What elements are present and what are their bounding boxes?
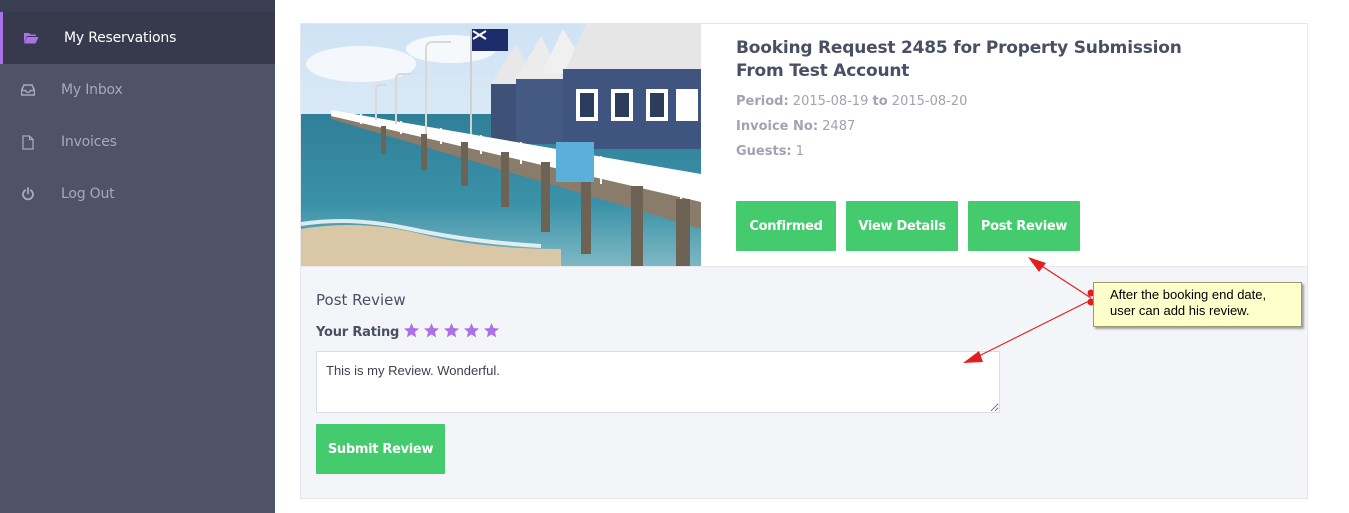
document-icon xyxy=(20,134,36,150)
star-icon[interactable] xyxy=(403,322,420,339)
callout-line-2: user can add his review. xyxy=(1110,303,1250,318)
inbox-icon xyxy=(20,82,36,98)
period-start: 2015-08-19 xyxy=(792,94,869,109)
view-details-button[interactable]: View Details xyxy=(846,201,958,251)
sidebar-item-label: My Reservations xyxy=(64,30,177,46)
rating-label: Your Rating xyxy=(316,325,400,340)
confirmed-button[interactable]: Confirmed xyxy=(736,201,836,251)
review-heading: Post Review xyxy=(316,291,406,309)
star-icon[interactable] xyxy=(423,322,440,339)
sidebar-item-label: My Inbox xyxy=(61,82,123,98)
property-photo xyxy=(301,24,701,266)
sidebar-item-my-reservations[interactable]: My Reservations xyxy=(0,12,275,64)
booking-guests: Guests: 1 xyxy=(736,144,804,159)
star-icon[interactable] xyxy=(483,322,500,339)
period-label: Period: xyxy=(736,94,789,109)
power-icon xyxy=(20,186,36,202)
submit-review-button[interactable]: Submit Review xyxy=(316,424,445,474)
invoice-label: Invoice No: xyxy=(736,119,819,134)
invoice-value: 2487 xyxy=(822,119,856,134)
star-icon[interactable] xyxy=(443,322,460,339)
sidebar-item-label: Invoices xyxy=(61,134,117,150)
callout-line-1: After the booking end date, xyxy=(1110,287,1267,302)
sidebar-item-invoices[interactable]: Invoices xyxy=(0,116,275,168)
period-to: to xyxy=(872,94,888,109)
sidebar-item-my-inbox[interactable]: My Inbox xyxy=(0,64,275,116)
folder-open-icon xyxy=(23,30,39,46)
review-textarea[interactable]: This is my Review. Wonderful. xyxy=(316,351,1000,413)
booking-period: Period: 2015-08-19 to 2015-08-20 xyxy=(736,94,967,109)
sidebar-top-strip xyxy=(0,0,275,12)
period-end: 2015-08-20 xyxy=(891,94,968,109)
booking-title: Booking Request 2485 for Property Submis… xyxy=(736,38,1182,81)
sidebar-item-log-out[interactable]: Log Out xyxy=(0,168,275,220)
post-review-button[interactable]: Post Review xyxy=(968,201,1080,251)
sidebar-item-label: Log Out xyxy=(61,186,115,202)
guests-value: 1 xyxy=(795,144,805,159)
star-icon[interactable] xyxy=(463,322,480,339)
annotation-callout: After the booking end date, user can add… xyxy=(1093,282,1302,327)
guests-label: Guests: xyxy=(736,144,792,159)
booking-invoice: Invoice No: 2487 xyxy=(736,119,855,134)
sidebar: My Reservations My Inbox Invoices Log Ou… xyxy=(0,0,275,513)
rating-stars xyxy=(403,322,500,339)
